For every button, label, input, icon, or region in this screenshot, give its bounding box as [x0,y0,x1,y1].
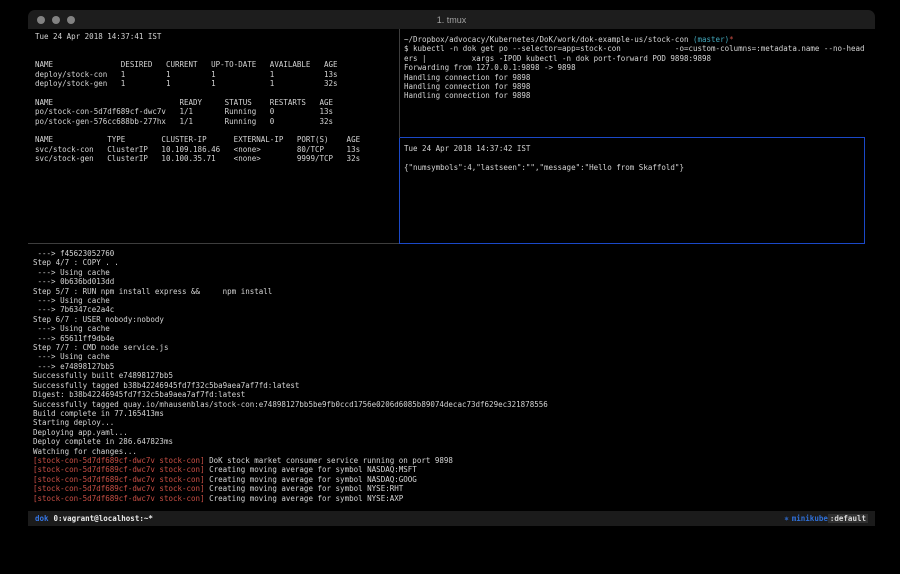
terminal-line: ---> e74898127bb5 [33,362,863,371]
terminal-line: Forwarding from 127.0.0.1:9898 -> 9898 [404,63,866,72]
pane-kubectl-watch[interactable]: Tue 24 Apr 2018 14:37:41 IST NAME DESIRED… [35,32,395,164]
pane-border-vertical-active [399,138,400,244]
terminal-line: Starting deploy... [33,418,863,427]
kube-context: minikube [792,514,828,523]
terminal-line: Step 7/7 : CMD node service.js [33,343,863,352]
terminal-line: po/stock-gen-576cc688bb-277hx 1/1 Runnin… [35,117,395,126]
kube-namespace: :default [828,514,868,523]
terminal-line: Successfully built e74898127bb5 [33,371,863,380]
terminal-line: Deploy complete in 286.647823ms [33,437,863,446]
terminal-line: [stock-con-5d7df689cf-dwc7v stock-con] C… [33,465,863,474]
terminal-line: Step 6/7 : USER nobody:nobody [33,315,863,324]
terminal-line: ers | xargs -IPOD kubectl -n dok port-fo… [404,54,866,63]
terminal-line: ---> 65611ff9db4e [33,334,863,343]
tmux-session-name: dok [35,514,49,523]
terminal-line: svc/stock-gen ClusterIP 10.100.35.71 <no… [35,154,395,163]
terminal-line: NAME TYPE CLUSTER-IP EXTERNAL-IP PORT(S)… [35,135,395,144]
terminal-line: Handling connection for 9898 [404,73,866,82]
pane-border-horizontal-active-bottom [399,243,865,244]
terminal-line: deploy/stock-gen 1 1 1 1 32s [35,79,395,88]
terminal-line: $ kubectl -n dok get po --selector=app=s… [404,44,866,53]
tmux-status-bar: dok 0:vagrant@localhost:~* ⎈ minikube :d… [28,511,875,526]
terminal-line: ---> Using cache [33,324,863,333]
terminal-line: po/stock-con-5d7df689cf-dwc7v 1/1 Runnin… [35,107,395,116]
terminal-line: Deploying app.yaml... [33,428,863,437]
pane-border-vertical-top [399,29,400,138]
window-titlebar: 1. tmux [28,10,875,29]
terminal-line: Watching for changes... [33,447,863,456]
terminal-line [35,126,395,135]
terminal-line: svc/stock-con ClusterIP 10.109.186.46 <n… [35,145,395,154]
terminal-line [35,41,395,50]
pane-port-forward[interactable]: ~/Dropbox/advocacy/Kubernetes/DoK/work/d… [404,35,866,101]
terminal-line: [stock-con-5d7df689cf-dwc7v stock-con] C… [33,484,863,493]
terminal-line: deploy/stock-con 1 1 1 1 13s [35,70,395,79]
terminal-line: ~/Dropbox/advocacy/Kubernetes/DoK/work/d… [404,35,866,44]
terminal-line: NAME DESIRED CURRENT UP-TO-DATE AVAILABL… [35,60,395,69]
tmux-window-item[interactable]: 0:vagrant@localhost:~* [54,514,153,523]
terminal-line: ---> 0b636bd013dd [33,277,863,286]
terminal-line: Successfully tagged b38b42246945fd7f32c5… [33,381,863,390]
terminal-line: Tue 24 Apr 2018 14:37:41 IST [35,32,395,41]
terminal-line: ---> Using cache [33,352,863,361]
terminal-line: [stock-con-5d7df689cf-dwc7v stock-con] D… [33,456,863,465]
pane-border-horizontal-right-active [400,137,865,138]
window-title: 1. tmux [28,15,875,25]
terminal-line [404,153,859,162]
terminal-line: Build complete in 77.165413ms [33,409,863,418]
terminal-line: Digest: b38b42246945fd7f32c5ba9aea7af7fd… [33,390,863,399]
pane-border-right-active [864,137,865,244]
pane-build-log[interactable]: ---> f45623052760Step 4/7 : COPY . . ---… [33,249,863,503]
terminal-line: ---> Using cache [33,296,863,305]
terminal-line: NAME READY STATUS RESTARTS AGE [35,98,395,107]
terminal-line: {"numsymbols":4,"lastseen":"","message":… [404,163,859,172]
terminal-line: ---> f45623052760 [33,249,863,258]
terminal-line: ---> Using cache [33,268,863,277]
terminal-line: Handling connection for 9898 [404,82,866,91]
terminal-line [35,51,395,60]
terminal-line: Tue 24 Apr 2018 14:37:42 IST [404,144,859,153]
terminal-line: Step 4/7 : COPY . . [33,258,863,267]
pane-curl-response[interactable]: Tue 24 Apr 2018 14:37:42 IST {"numsymbols… [404,144,859,172]
terminal-line: [stock-con-5d7df689cf-dwc7v stock-con] C… [33,494,863,503]
pane-border-horizontal-left [28,243,399,244]
terminal-line [35,88,395,97]
terminal-line: Step 5/7 : RUN npm install express && np… [33,287,863,296]
kubernetes-helm-icon: ⎈ [784,514,789,523]
terminal-line: Successfully tagged quay.io/mhausenblas/… [33,400,863,409]
terminal-line: [stock-con-5d7df689cf-dwc7v stock-con] C… [33,475,863,484]
terminal-line: ---> 7b6347ce2a4c [33,305,863,314]
terminal-line: Handling connection for 9898 [404,91,866,100]
